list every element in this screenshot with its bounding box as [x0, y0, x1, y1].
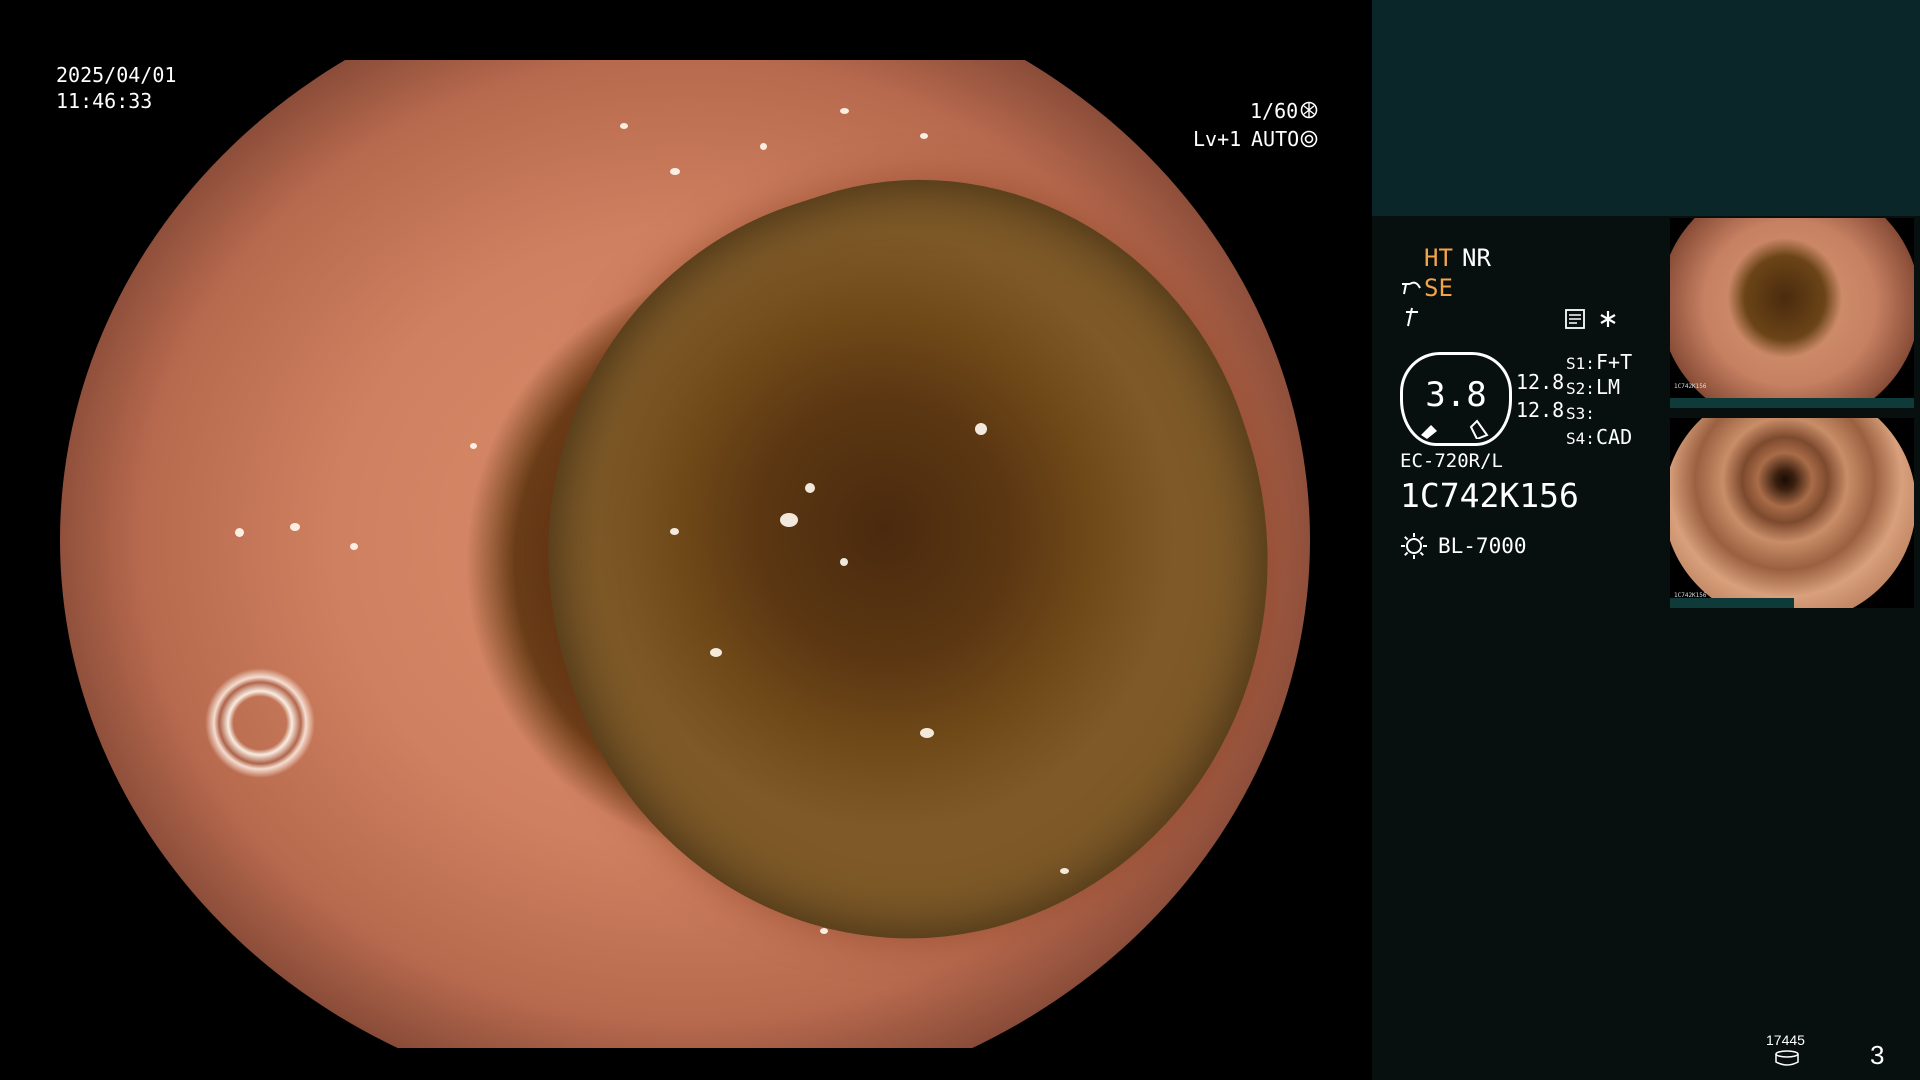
scope-serial: 1C742K156 — [1400, 476, 1579, 515]
exposure-mode: AUTO — [1251, 127, 1300, 151]
live-endoscopy-view: 2025/04/01 11:46:33 1/60 Lv+1 AUTO — [0, 0, 1372, 1080]
specular-highlight — [840, 108, 849, 114]
scale-bottom: 12.8 — [1516, 398, 1565, 422]
s2-label: S2: — [1566, 379, 1595, 398]
gauge-markers — [1421, 419, 1489, 439]
specular-highlight — [805, 483, 815, 493]
specular-highlight — [350, 543, 358, 550]
specular-highlight — [670, 528, 679, 535]
auto-iris-icon — [1300, 130, 1318, 148]
specular-highlight — [820, 928, 828, 934]
air-bubble — [200, 658, 320, 788]
thumbnail-image — [1670, 418, 1914, 608]
specular-highlight — [1060, 868, 1069, 874]
color-mode-icon — [1406, 307, 1418, 327]
memo-icon — [1565, 309, 1585, 329]
shutter-speed: 1/60 — [1250, 99, 1299, 123]
specular-highlight — [290, 523, 300, 531]
capture-time: 11:46:33 — [56, 89, 153, 113]
specular-highlight — [620, 123, 628, 129]
capture-date: 2025/04/01 — [56, 63, 177, 87]
specular-highlight — [920, 133, 928, 139]
colon-lumen — [451, 93, 1310, 1029]
s3-label: S3: — [1566, 404, 1595, 423]
s1-label: S1: — [1566, 354, 1595, 373]
thumbnail-bar — [1670, 398, 1914, 408]
image-count: 3 — [1870, 1040, 1885, 1070]
specular-highlight — [760, 143, 767, 150]
specular-highlight — [235, 528, 244, 537]
zoom-value: 3.8 — [1425, 375, 1487, 415]
light-source: BL-7000 — [1438, 534, 1527, 558]
specular-highlight — [710, 648, 722, 657]
thumbnail-1[interactable]: 1C742K156 — [1670, 218, 1914, 408]
s4-label: S4: — [1566, 429, 1595, 448]
s4-value: CAD — [1596, 425, 1633, 449]
frame-counter: 17445 — [1766, 1032, 1805, 1048]
header-band — [1372, 0, 1920, 216]
thumbnail-bar — [1670, 598, 1794, 608]
specular-highlight — [780, 513, 798, 527]
specular-highlight — [975, 423, 987, 435]
status-panel: HT NR SE 3.8 12.8 12.8 S1: F+T S2: LM S3… — [1372, 0, 1920, 1080]
specular-highlight — [840, 558, 848, 566]
asterisk-icon — [1600, 311, 1616, 327]
zoom-gauge: 3.8 — [1400, 352, 1512, 446]
se-indicator: SE — [1424, 274, 1453, 302]
thumbnail-label: 1C742K156 — [1674, 383, 1707, 390]
storage-icon — [1775, 1050, 1799, 1066]
specular-highlight — [470, 443, 477, 449]
scale-top: 12.8 — [1516, 370, 1565, 394]
thumbnail-2[interactable]: 1C742K156 — [1670, 418, 1914, 608]
nr-indicator: NR — [1462, 244, 1491, 272]
ht-indicator: HT — [1424, 244, 1453, 272]
light-source-icon — [1401, 533, 1427, 559]
scope-model: EC-720R/L — [1400, 450, 1503, 472]
aperture-icon — [1300, 101, 1318, 119]
endoscopy-image — [60, 60, 1310, 1048]
s1-value: F+T — [1596, 350, 1633, 374]
brightness-level: Lv+1 — [1193, 127, 1242, 151]
thumbnail-image — [1670, 218, 1914, 408]
specular-highlight — [920, 728, 934, 738]
structure-enhance-icon — [1402, 281, 1421, 295]
specular-highlight — [670, 168, 680, 175]
s2-value: LM — [1596, 375, 1621, 399]
